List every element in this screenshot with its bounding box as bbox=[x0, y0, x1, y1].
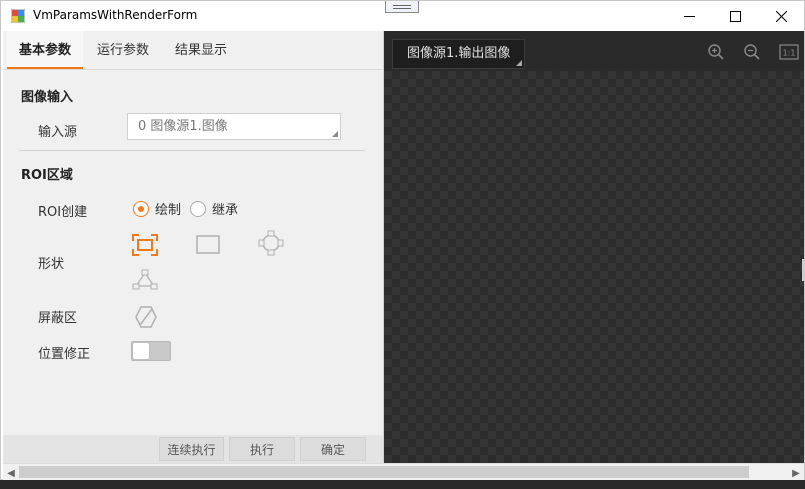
mask-icon bbox=[135, 306, 157, 328]
zoom-in-button[interactable] bbox=[707, 43, 725, 61]
radio-inherit-label: 继承 bbox=[212, 203, 239, 218]
rectangle-shape-button[interactable] bbox=[194, 232, 222, 258]
radio-draw[interactable]: 绘制 bbox=[133, 199, 181, 218]
polygon-shape-icon bbox=[132, 269, 158, 290]
section-divider bbox=[19, 150, 365, 151]
shape-label: 形状 bbox=[38, 257, 65, 272]
params-panel: 基本参数 运行参数 结果显示 图像输入 输入源 0 图像源1.图像 ROI区域 … bbox=[3, 31, 384, 463]
position-fix-label: 位置修正 bbox=[38, 347, 91, 362]
box-shape-icon bbox=[132, 234, 158, 256]
scroll-left-arrow[interactable]: ◀ bbox=[3, 465, 19, 481]
scroll-right-arrow[interactable]: ▶ bbox=[788, 465, 804, 481]
viewer-toolbar: 图像源1.输出图像 1:1 bbox=[384, 31, 804, 71]
dock-grip-handle[interactable] bbox=[385, 1, 419, 13]
image-source-selector[interactable]: 图像源1.输出图像 bbox=[392, 39, 526, 69]
tab-basic-params[interactable]: 基本参数 bbox=[7, 31, 83, 69]
actual-size-text: 1:1 bbox=[783, 49, 796, 58]
position-fix-toggle[interactable] bbox=[131, 341, 171, 361]
tab-run-params[interactable]: 运行参数 bbox=[85, 31, 161, 69]
maximize-button[interactable] bbox=[712, 1, 758, 31]
tab-bar: 基本参数 运行参数 结果显示 bbox=[3, 31, 383, 70]
image-canvas[interactable] bbox=[384, 71, 804, 463]
tab-result-display[interactable]: 结果显示 bbox=[163, 31, 239, 69]
annulus-shape-button[interactable] bbox=[257, 230, 285, 256]
input-source-label: 输入源 bbox=[38, 125, 78, 140]
action-footer: 连续执行 执行 确定 bbox=[3, 435, 383, 463]
radio-draw-indicator[interactable] bbox=[133, 200, 149, 217]
input-source-field[interactable]: 0 图像源1.图像 bbox=[127, 113, 341, 140]
image-viewer: 图像源1.输出图像 1:1 bbox=[384, 31, 805, 463]
title-bar[interactable]: VmParamsWithRenderForm bbox=[1, 1, 804, 31]
rectangle-shape-icon bbox=[196, 235, 220, 254]
app-icon bbox=[11, 9, 25, 23]
radio-inherit[interactable]: 继承 bbox=[190, 199, 238, 218]
actual-size-button[interactable]: 1:1 bbox=[779, 43, 799, 61]
mask-area-button[interactable] bbox=[132, 304, 160, 330]
close-icon bbox=[775, 10, 787, 22]
window-title: VmParamsWithRenderForm bbox=[33, 8, 198, 22]
minimize-icon bbox=[683, 15, 695, 17]
continuous-run-button[interactable]: 连续执行 bbox=[159, 437, 224, 461]
confirm-button[interactable]: 确定 bbox=[300, 437, 366, 461]
horizontal-scrollbar[interactable]: ◀ ▶ bbox=[3, 463, 804, 481]
box-shape-button[interactable] bbox=[131, 232, 159, 258]
mask-area-label: 屏蔽区 bbox=[38, 311, 78, 326]
actual-size-icon: 1:1 bbox=[779, 44, 799, 60]
toggle-knob bbox=[133, 343, 149, 359]
minimize-button[interactable] bbox=[666, 1, 712, 31]
zoom-out-button[interactable] bbox=[743, 43, 761, 61]
annulus-shape-icon bbox=[258, 230, 284, 256]
background-strip bbox=[0, 480, 805, 489]
radio-inherit-indicator[interactable] bbox=[190, 200, 206, 217]
zoom-in-icon bbox=[708, 44, 724, 60]
roi-section-title: ROI区域 bbox=[21, 168, 73, 183]
scrollbar-thumb[interactable] bbox=[19, 466, 749, 478]
polygon-shape-button[interactable] bbox=[131, 267, 159, 293]
run-button[interactable]: 执行 bbox=[229, 437, 295, 461]
image-input-section-title: 图像输入 bbox=[21, 90, 74, 105]
zoom-out-icon bbox=[744, 44, 760, 60]
app-window: VmParamsWithRenderForm 基本参数 运行参数 结果显示 图像… bbox=[0, 0, 805, 481]
maximize-icon bbox=[729, 10, 741, 22]
roi-create-label: ROI创建 bbox=[38, 205, 88, 220]
close-button[interactable] bbox=[758, 1, 804, 31]
radio-draw-label: 绘制 bbox=[155, 203, 182, 218]
basic-params-content: 图像输入 输入源 0 图像源1.图像 ROI区域 ROI创建 绘制 继承 形状 bbox=[3, 70, 383, 435]
